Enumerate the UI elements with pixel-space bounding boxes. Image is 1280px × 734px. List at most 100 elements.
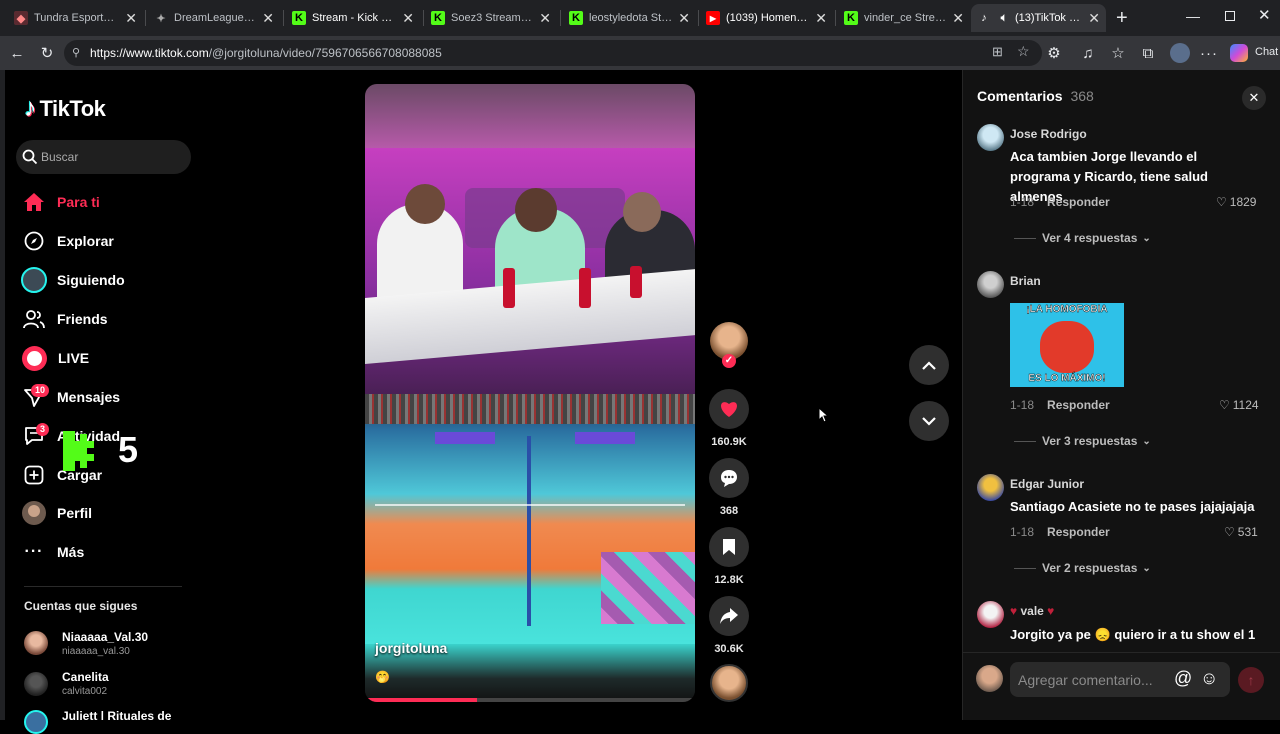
comment-like-button[interactable]: ♡ 1829	[1216, 195, 1256, 209]
nav-explorar[interactable]: Explorar	[22, 226, 114, 256]
view-replies-button[interactable]: Ver 4 respuestas ⌄	[1014, 231, 1151, 245]
previous-video-button[interactable]	[909, 345, 949, 385]
view-replies-button[interactable]: Ver 3 respuestas ⌄	[1014, 434, 1151, 448]
mention-icon[interactable]: @	[1174, 668, 1192, 689]
tiktok-logo[interactable]: ♪ TikTok	[24, 94, 106, 123]
view-replies-button[interactable]: Ver 2 respuestas ⌄	[1014, 561, 1151, 575]
close-tab-icon[interactable]: ✕	[125, 10, 137, 27]
nav-para-ti[interactable]: Para ti	[22, 187, 100, 217]
close-tab-icon[interactable]: ✕	[815, 10, 827, 27]
following-avatar[interactable]	[24, 672, 48, 696]
following-name[interactable]: Canelita	[62, 670, 109, 684]
address-bar[interactable]: ⚲ https://www.tiktok.com/@jorgitoluna/vi…	[64, 40, 1042, 66]
reload-icon[interactable]: ↻	[37, 43, 57, 63]
minimize-icon[interactable]: —	[1186, 8, 1200, 24]
chat-label[interactable]: Chat	[1255, 46, 1278, 58]
back-icon[interactable]: ←	[7, 43, 27, 63]
browser-tab-kick-dashboard[interactable]: K Stream - Kick Dashb ✕	[286, 4, 420, 32]
comment-like-button[interactable]: ♡ 531	[1224, 525, 1258, 539]
tiktok-icon: ♪	[981, 12, 987, 24]
media-control-icon[interactable]: ♫	[1078, 43, 1098, 63]
kick-icon: K	[844, 11, 858, 25]
close-comments-button[interactable]: ✕	[1242, 86, 1266, 110]
reply-button[interactable]: Responder	[1047, 525, 1110, 539]
comment-like-count: 1829	[1229, 195, 1257, 209]
favorite-star-icon[interactable]: ☆	[1017, 43, 1030, 60]
comments-header: Comentarios 368	[977, 88, 1094, 104]
like-button[interactable]	[709, 389, 749, 429]
share-button[interactable]	[709, 596, 749, 636]
apps-icon[interactable]: ⊞	[992, 44, 1003, 60]
following-avatar[interactable]	[24, 631, 48, 655]
emoji-icon[interactable]: ☺	[1200, 668, 1218, 689]
next-video-button[interactable]	[909, 401, 949, 441]
browser-tab-youtube[interactable]: ▶ (1039) Homenaje a ✕	[700, 4, 833, 32]
heart-decoration-icon: ♥	[1010, 604, 1021, 618]
reply-button[interactable]: Responder	[1047, 398, 1110, 412]
close-tab-icon[interactable]: ✕	[262, 10, 274, 27]
comment-button[interactable]	[709, 458, 749, 498]
close-tab-icon[interactable]: ✕	[1088, 10, 1100, 27]
following-section-title: Cuentas que sigues	[24, 599, 138, 613]
window-left-edge	[0, 70, 5, 720]
nav-live[interactable]: LIVE	[22, 343, 89, 373]
nav-friends[interactable]: Friends	[22, 304, 108, 334]
comment-author[interactable]: Jose Rodrigo	[1010, 127, 1087, 141]
following-name[interactable]: Juliett | Rituales de	[62, 709, 171, 720]
new-tab-icon[interactable]: +	[1116, 7, 1128, 30]
close-window-icon[interactable]: ✕	[1258, 6, 1271, 24]
browser-tab-leostyledota[interactable]: K leostyledota Stream ✕	[563, 4, 696, 32]
video-author[interactable]: jorgitoluna	[375, 640, 447, 656]
comment-avatar[interactable]	[977, 271, 1004, 298]
follow-check-icon[interactable]: ✓	[722, 354, 736, 368]
browser-tab-tiktok[interactable]: ♪ 🔈︎ (13)TikTok - Ma ✕	[971, 4, 1106, 32]
sound-disc[interactable]	[710, 664, 748, 702]
favorites-icon[interactable]: ☆	[1108, 43, 1128, 63]
copilot-icon[interactable]	[1230, 44, 1248, 62]
nav-perfil[interactable]: Perfil	[22, 498, 92, 528]
comment-avatar[interactable]	[977, 601, 1004, 628]
chevron-up-icon	[922, 360, 936, 370]
search-box[interactable]: Buscar	[16, 140, 191, 174]
cup	[579, 268, 591, 308]
site-info-icon[interactable]: ⚲	[72, 46, 80, 59]
video-player[interactable]: jorgitoluna 🤭	[365, 84, 695, 702]
nav-mas[interactable]: ··· Más	[22, 537, 85, 567]
comment-input[interactable]: Agregar comentario... @ ☺	[1010, 662, 1230, 697]
comment-avatar[interactable]	[977, 124, 1004, 151]
profile-avatar-icon[interactable]	[1170, 43, 1190, 63]
tiktok-logo-icon: ♪	[24, 94, 37, 122]
close-tab-icon[interactable]: ✕	[402, 10, 414, 27]
reply-button[interactable]: Responder	[1047, 195, 1110, 209]
close-tab-icon[interactable]: ✕	[952, 10, 964, 27]
save-button[interactable]	[709, 527, 749, 567]
comment-meta: 1-18 Responder	[1010, 525, 1110, 539]
browser-tab-soez3[interactable]: K Soez3 Stream - Wat ✕	[425, 4, 557, 32]
browser-tab-tundra[interactable]: ◆ Tundra Esports vs Te ✕	[8, 4, 143, 32]
browser-tab-vinder[interactable]: K vinder_ce Stream - ✕	[838, 4, 970, 32]
home-icon	[22, 190, 46, 214]
comment-author[interactable]: ♥ vale ♥	[1010, 604, 1054, 618]
search-placeholder: Buscar	[41, 150, 79, 164]
speaker-icon[interactable]: 🔈︎	[997, 11, 1011, 25]
comment-sticker-image[interactable]: ¡LA HOMOFOBIA ES LO MÁXIMO!	[1010, 303, 1124, 387]
comment-avatar[interactable]	[977, 474, 1004, 501]
nav-siguiendo[interactable]: Siguiendo	[21, 265, 125, 295]
menu-dots-icon[interactable]: ···	[1199, 43, 1219, 63]
comment-author-name: vale	[1020, 604, 1044, 618]
maximize-icon[interactable]	[1225, 11, 1235, 21]
friends-icon	[22, 307, 46, 331]
video-progress-track[interactable]	[365, 698, 695, 702]
close-tab-icon[interactable]: ✕	[539, 10, 551, 27]
post-comment-button[interactable]: ↑	[1238, 667, 1264, 693]
browser-tab-dreamleague[interactable]: ✦ DreamLeague Seaso ✕	[148, 4, 280, 32]
comment-like-button[interactable]: ♡ 1124	[1219, 398, 1259, 412]
extensions-icon[interactable]: ⚙	[1044, 43, 1064, 63]
comment-author[interactable]: Brian	[1010, 274, 1041, 288]
comment-author[interactable]: Edgar Junior	[1010, 477, 1084, 491]
following-name[interactable]: Niaaaaa_Val.30	[62, 630, 148, 644]
screenshot-icon[interactable]: ⧉	[1138, 43, 1158, 63]
following-avatar[interactable]	[24, 710, 48, 734]
video-studio-scene	[365, 148, 695, 394]
close-tab-icon[interactable]: ✕	[678, 10, 690, 27]
